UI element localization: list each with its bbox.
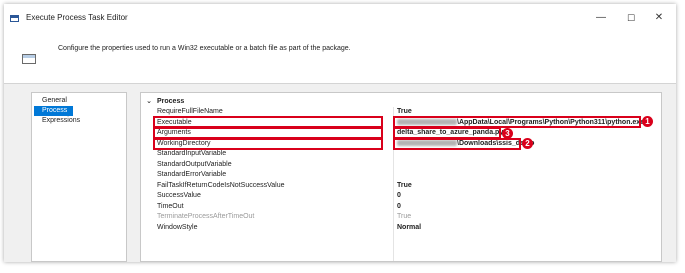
property-name: RequireFullFileName [157,108,223,115]
minimize-button[interactable]: — [592,10,610,26]
page-list: General Process Expressions [31,92,127,262]
property-row-workingdirectory[interactable]: WorkingDirectory \Downloads\ssis_demo [141,139,661,150]
execute-process-task-editor-window: Execute Process Task Editor — ☐ ✕ Config… [4,4,676,262]
property-name: StandardErrorVariable [157,171,227,178]
property-name: WindowStyle [157,223,198,231]
property-name: Executable [157,118,192,126]
category-row-process[interactable]: ⌄ Process [141,97,661,107]
editor-body: General Process Expressions ⌄ Process Re… [4,84,676,262]
property-value[interactable]: True [397,107,412,118]
property-row-failtaskifreturncodeisnotsuccessvalue[interactable]: FailTaskIfReturnCodeIsNotSuccessValue Tr… [141,181,661,192]
redacted-username [397,118,457,125]
annotation-badge-2: 2 [522,138,533,149]
maximize-button[interactable]: ☐ [622,10,640,26]
property-grid: ⌄ Process RequireFullFileName True Execu… [140,92,662,262]
property-row-arguments[interactable]: Arguments delta_share_to_azure_panda.py [141,128,661,139]
property-row-requirefullfilename[interactable]: RequireFullFileName True [141,107,661,118]
property-name: SuccessValue [157,192,201,199]
property-value[interactable]: 0 [397,202,401,213]
chevron-down-icon[interactable]: ⌄ [145,97,153,107]
property-value[interactable]: 0 [397,191,401,202]
property-value[interactable]: delta_share_to_azure_panda.py [397,128,503,139]
annotation-badge-3: 3 [502,127,513,139]
task-window-icon [22,54,36,64]
property-row-windowstyle[interactable]: WindowStyle Normal [141,223,661,234]
page-list-item-general[interactable]: General [34,96,73,106]
property-value-executable[interactable]: \AppData\Local\Programs\Python\Python311… [397,118,644,129]
property-row-terminateprocessaftertimeout: TerminateProcessAfterTimeOut True [141,212,661,223]
property-value-workingdirectory[interactable]: \Downloads\ssis_demo [397,139,534,150]
property-name: StandardInputVariable [157,150,227,157]
property-row-executable[interactable]: Executable \AppData\Local\Programs\Pytho… [141,118,661,129]
property-row-successvalue[interactable]: SuccessValue 0 [141,191,661,202]
property-name: Arguments [157,129,191,136]
property-row-standardoutputvariable[interactable]: StandardOutputVariable [141,160,661,171]
annotation-badge-1: 1 [642,116,653,127]
property-row-standarderrorvariable[interactable]: StandardErrorVariable [141,170,661,181]
page-list-item-process[interactable]: Process [34,106,74,116]
property-name: StandardOutputVariable [157,160,232,168]
property-row-standardinputvariable[interactable]: StandardInputVariable [141,149,661,160]
property-value[interactable]: Normal [397,223,421,234]
editor-header: Configure the properties used to run a W… [4,34,676,84]
window-app-icon [10,15,19,22]
title-bar: Execute Process Task Editor — ☐ ✕ [4,4,676,34]
property-name: TerminateProcessAfterTimeOut [157,213,255,220]
header-description: Configure the properties used to run a W… [58,45,351,52]
redacted-username [397,139,457,146]
property-name: FailTaskIfReturnCodeIsNotSuccessValue [157,181,285,189]
page-list-item-expressions[interactable]: Expressions [34,116,86,126]
property-name: TimeOut [157,202,184,210]
property-value: True [397,213,412,220]
property-row-timeout[interactable]: TimeOut 0 [141,202,661,213]
window-title: Execute Process Task Editor [26,13,128,22]
close-button[interactable]: ✕ [650,10,668,26]
executable-path-text: \AppData\Local\Programs\Python\Python311… [457,118,645,126]
category-label: Process [157,98,185,105]
property-name: WorkingDirectory [157,139,211,147]
property-value[interactable]: True [397,181,412,192]
